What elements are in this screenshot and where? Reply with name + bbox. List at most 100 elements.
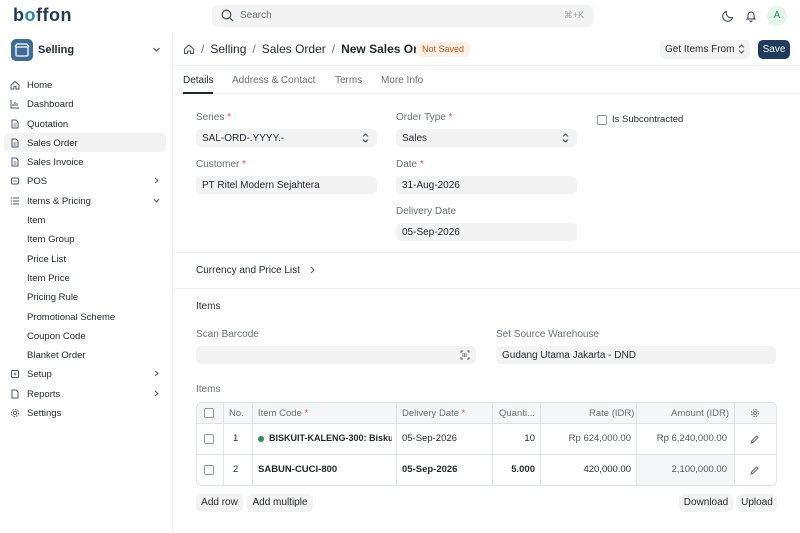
column-divider [492, 403, 493, 485]
sidebar-item-reports[interactable]: Reports [4, 384, 166, 403]
sidebar-item-price-list[interactable]: Price List [4, 249, 166, 268]
divider [174, 252, 800, 253]
search-bar[interactable]: Search ⌘+K [212, 5, 594, 27]
chevron-down-icon [153, 197, 160, 204]
app-icon [11, 39, 33, 61]
source-warehouse-field[interactable]: Gudang Utama Jakarta - DND [496, 346, 776, 364]
sidebar-item-label: Item Group [27, 234, 75, 246]
sidebar-item-label: Setup [27, 369, 52, 381]
search-icon [221, 9, 234, 22]
sidebar-item-item-price[interactable]: Item Price [4, 268, 166, 287]
tab-details[interactable]: Details [183, 75, 214, 86]
select-arrows-icon [738, 44, 745, 54]
file-icon [10, 157, 20, 167]
column-settings-icon[interactable] [750, 408, 760, 418]
customer-label: Customer * [196, 159, 247, 170]
sidebar-item-settings[interactable]: Settings [4, 403, 166, 422]
order-type-value: Sales [402, 133, 428, 144]
table-row[interactable]: 2 SABUN-CUCI-800 05-Sep-2026 5.000 420,0… [197, 455, 776, 485]
sidebar-item-label: Settings [27, 408, 62, 420]
date-field[interactable]: 31-Aug-2026 [396, 176, 577, 194]
chevron-right-icon [153, 177, 160, 184]
search-placeholder: Search [240, 10, 272, 21]
search-shortcut: ⌘+K [563, 10, 584, 20]
file-icon [10, 119, 20, 129]
moon-icon[interactable] [721, 9, 735, 23]
bell-icon[interactable] [744, 9, 758, 23]
sidebar-item-item[interactable]: Item [4, 210, 166, 229]
is-subcontracted-label: Is Subcontracted [612, 114, 684, 125]
sidebar-item-coupon-code[interactable]: Coupon Code [4, 326, 166, 345]
main-content: / Selling / Sales Order / New Sales Orde… [174, 33, 800, 533]
sidebar-item-label: Item [27, 215, 46, 227]
customer-value: PT Ritel Modern Sejahtera [202, 180, 320, 191]
sidebar-item-home[interactable]: Home [4, 75, 166, 94]
sidebar-item-label: Quotation [27, 118, 69, 130]
series-select[interactable]: SAL-ORD-.YYYY.- [196, 129, 377, 147]
upload-button[interactable]: Upload [737, 494, 777, 512]
sidebar-item-label: Pricing Rule [27, 292, 79, 304]
tab-address-contact[interactable]: Address & Contact [232, 75, 315, 86]
chevron-right-icon [153, 390, 160, 397]
add-row-button[interactable]: Add row [196, 494, 243, 512]
get-items-from-button[interactable]: Get Items From [660, 40, 750, 59]
breadcrumb-module[interactable]: Selling [210, 42, 246, 56]
sidebar-item-label: Reports [27, 388, 61, 400]
order-type-select[interactable]: Sales [396, 129, 577, 147]
currency-section-toggle[interactable]: Currency and Price List [196, 265, 316, 276]
sidebar-item-pos[interactable]: POS [4, 171, 166, 190]
sidebar-item-blanket-order[interactable]: Blanket Order [4, 345, 166, 364]
home-icon[interactable] [183, 43, 195, 55]
table-row[interactable]: 1 BISKUIT-KALENG-300: Biskuit 05-Sep-202… [197, 424, 776, 455]
column-divider [734, 403, 735, 485]
row-checkbox[interactable] [204, 465, 214, 475]
sidebar-item-label: Sales Order [27, 137, 78, 149]
customer-field[interactable]: PT Ritel Modern Sejahtera [196, 176, 377, 194]
sidebar-item-quotation[interactable]: Quotation [4, 114, 166, 133]
chart-icon [10, 99, 20, 109]
row-no: 2 [233, 464, 239, 475]
select-arrows-icon [362, 133, 369, 143]
sidebar-item-label: Blanket Order [27, 350, 86, 362]
barcode-scan-icon[interactable] [460, 350, 470, 360]
sidebar-item-pricing-rule[interactable]: Pricing Rule [4, 287, 166, 306]
row-item-code[interactable]: SABUN-CUCI-800 [258, 464, 337, 485]
series-value: SAL-ORD-.YYYY.- [202, 133, 285, 144]
source-warehouse-value: Gudang Utama Jakarta - DND [502, 350, 636, 361]
scan-barcode-input[interactable] [196, 346, 476, 364]
sidebar-item-items-pricing[interactable]: Items & Pricing [4, 191, 166, 210]
sidebar-item-sales-invoice[interactable]: Sales Invoice [4, 152, 166, 171]
add-multiple-button[interactable]: Add multiple [247, 494, 313, 512]
row-qty[interactable]: 5.000 [499, 464, 535, 485]
tab-more-info[interactable]: More Info [381, 75, 423, 86]
date-value: 31-Aug-2026 [402, 180, 460, 191]
avatar[interactable]: A [767, 6, 787, 26]
boffon-logo[interactable]: boffon [13, 5, 72, 26]
sidebar-item-sales-order[interactable]: Sales Order [4, 132, 166, 153]
sidebar-item-item-group[interactable]: Item Group [4, 229, 166, 248]
wrench-icon [10, 369, 20, 379]
column-divider [636, 403, 637, 485]
row-rate[interactable]: 420,000.00 [547, 464, 631, 485]
breadcrumb-doctype[interactable]: Sales Order [262, 42, 326, 56]
download-button[interactable]: Download [679, 494, 733, 512]
is-subcontracted-checkbox[interactable] [597, 115, 607, 125]
sidebar-item-promotional-scheme[interactable]: Promotional Scheme [4, 307, 166, 326]
edit-icon[interactable] [750, 435, 759, 444]
status-badge: Not Saved [416, 42, 471, 57]
row-delivery-date[interactable]: 05-Sep-2026 [402, 464, 457, 485]
select-all-checkbox[interactable] [204, 408, 214, 418]
breadcrumb: / Selling / Sales Order / New Sales Orde… [183, 42, 436, 56]
sidebar-item-dashboard[interactable]: Dashboard [4, 94, 166, 113]
edit-icon[interactable] [750, 466, 759, 475]
save-button[interactable]: Save [758, 40, 790, 59]
list-icon [10, 196, 20, 206]
tab-terms[interactable]: Terms [335, 75, 362, 86]
delivery-date-field[interactable]: 05-Sep-2026 [396, 223, 577, 241]
sidebar-item-setup[interactable]: Setup [4, 364, 166, 383]
app-switcher[interactable]: Selling [8, 37, 166, 63]
sidebar-item-label: Coupon Code [27, 330, 86, 342]
app-name: Selling [38, 44, 75, 56]
row-checkbox[interactable] [204, 434, 214, 444]
divider [174, 288, 800, 289]
